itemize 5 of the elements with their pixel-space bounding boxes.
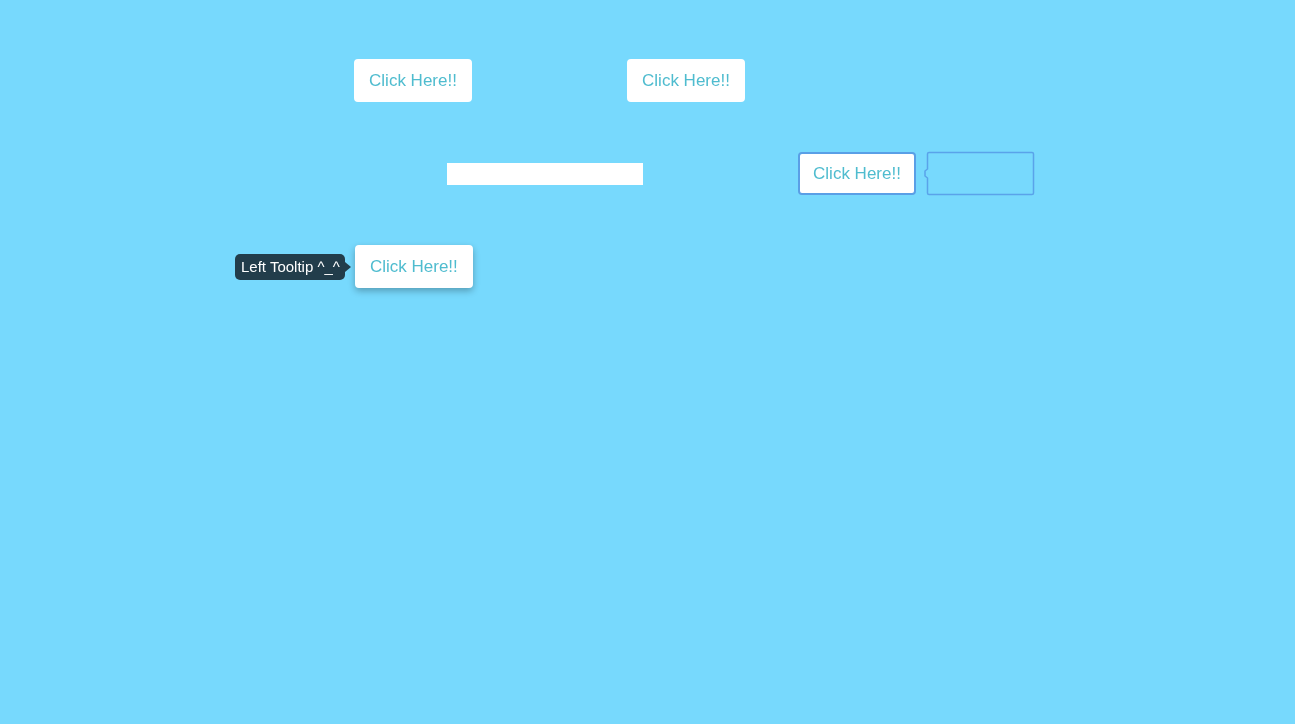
click-here-button[interactable]: Click Here!! <box>798 152 916 195</box>
click-here-button[interactable]: Click Here!! <box>627 59 745 102</box>
click-here-button[interactable]: Click Here!! <box>354 245 473 288</box>
tooltip: Left Tooltip ^_^ <box>235 253 351 280</box>
click-here-button[interactable]: Click Here!! <box>354 59 472 102</box>
